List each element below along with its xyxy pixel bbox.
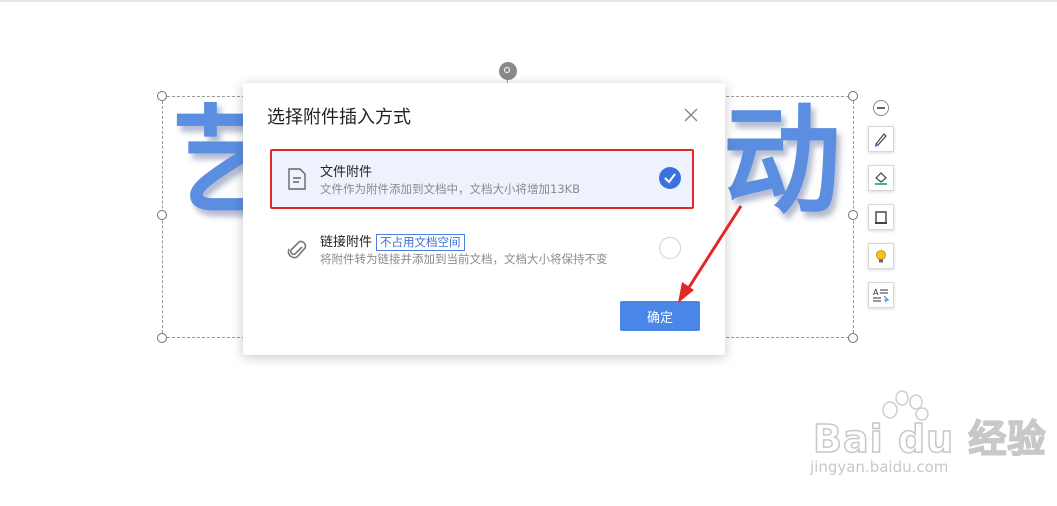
resize-handle-bottom-left[interactable] bbox=[157, 333, 167, 343]
watermark-sub: jingyan.baidu.com bbox=[810, 458, 949, 476]
option-description: 将附件转为链接并添加到当前文档，文档大小将保持不变 bbox=[320, 252, 608, 266]
radio-unselected[interactable] bbox=[659, 237, 681, 259]
fill-icon bbox=[875, 172, 887, 185]
resize-handle-right[interactable] bbox=[848, 210, 858, 220]
watermark: Bai du 经验 jingyan.baidu.com bbox=[810, 388, 1046, 488]
dialog-title: 选择附件插入方式 bbox=[267, 107, 411, 128]
brush-button[interactable] bbox=[868, 126, 894, 152]
option-file-attachment[interactable]: 文件附件 文件作为附件添加到文档中，文档大小将增加13KB bbox=[270, 151, 694, 207]
radio-selected[interactable] bbox=[659, 167, 681, 189]
resize-handle-left[interactable] bbox=[157, 210, 167, 220]
svg-text:A: A bbox=[873, 288, 879, 297]
border-button[interactable] bbox=[868, 204, 894, 230]
status-badge: 不占用文档空间 bbox=[376, 234, 465, 251]
close-icon bbox=[684, 108, 698, 122]
option-link-attachment[interactable]: 链接附件 不占用文档空间 将附件转为链接并添加到当前文档，文档大小将保持不变 bbox=[270, 221, 694, 277]
option-title-text: 链接附件 bbox=[320, 235, 373, 250]
collapse-icon[interactable] bbox=[873, 100, 889, 116]
wordart-text-right: 动画 bbox=[723, 102, 847, 222]
file-icon bbox=[288, 168, 306, 190]
wordart-text-left: 艺 bbox=[172, 102, 247, 222]
check-icon bbox=[664, 173, 676, 184]
resize-handle-top-left[interactable] bbox=[157, 91, 167, 101]
option-title: 文件附件 bbox=[320, 165, 373, 180]
attachment-insert-dialog: 选择附件插入方式 文件附件 文件作为附件添加到文档中，文档大小将增加13KB 链… bbox=[243, 83, 725, 355]
brush-icon bbox=[874, 133, 887, 147]
fill-button[interactable] bbox=[868, 165, 894, 191]
watermark-main: Bai du 经验 bbox=[812, 416, 1047, 462]
confirm-button[interactable]: 确定 bbox=[620, 301, 700, 331]
text-wrap-button[interactable]: A bbox=[868, 282, 894, 308]
text-wrap-icon: A bbox=[873, 288, 890, 303]
border-icon bbox=[875, 211, 887, 224]
top-border bbox=[0, 0, 1057, 2]
lightbulb-icon bbox=[876, 250, 886, 263]
paperclip-icon bbox=[287, 240, 307, 259]
option-description: 文件作为附件添加到文档中，文档大小将增加13KB bbox=[320, 182, 581, 196]
resize-handle-bottom-right[interactable] bbox=[848, 333, 858, 343]
option-title: 链接附件 不占用文档空间 bbox=[320, 231, 465, 251]
close-button[interactable] bbox=[681, 105, 701, 125]
rotate-handle[interactable] bbox=[499, 62, 517, 80]
resize-handle-top-right[interactable] bbox=[848, 91, 858, 101]
effect-button[interactable] bbox=[868, 243, 894, 269]
